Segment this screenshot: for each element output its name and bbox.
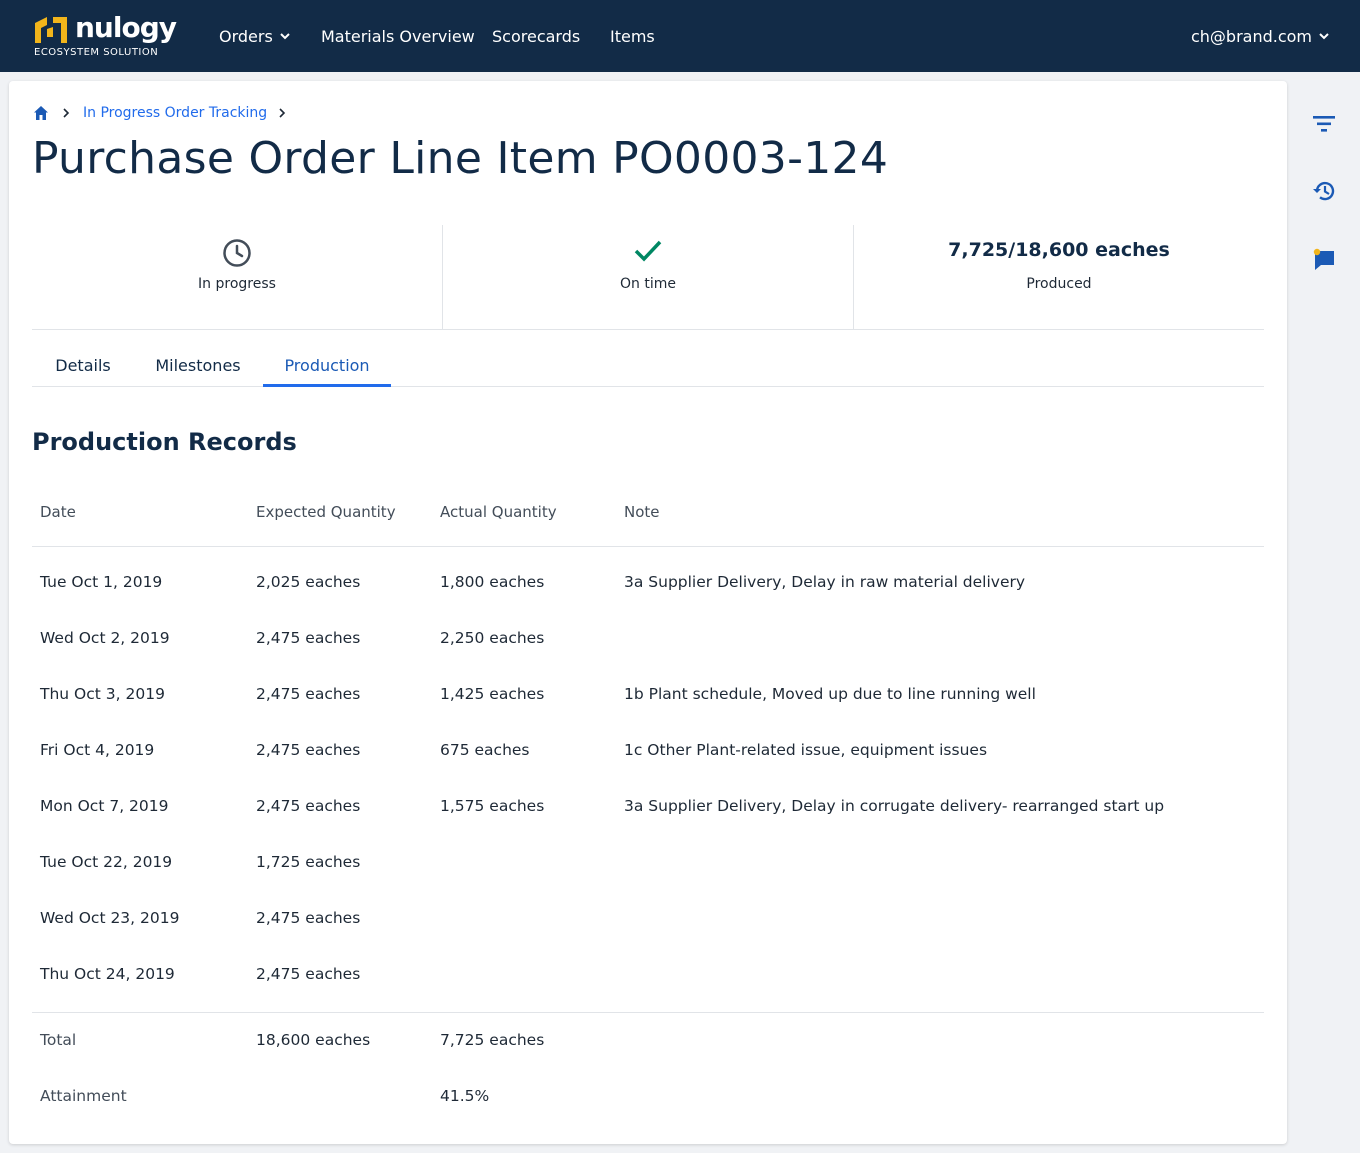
cell-expected: 1,725 eaches [256, 853, 361, 871]
total-expected: 18,600 eaches [256, 1031, 371, 1049]
cell-date: Fri Oct 4, 2019 [40, 741, 155, 759]
chevron-down-icon [280, 33, 290, 40]
section-title: Production Records [32, 428, 297, 456]
produced-value: 7,725/18,600 eaches [948, 239, 1170, 261]
cell-expected: 2,475 eaches [256, 797, 361, 815]
filter-icon[interactable] [1310, 110, 1338, 138]
nav-orders[interactable]: Orders [219, 0, 291, 72]
cell-expected: 2,475 eaches [256, 965, 361, 983]
cell-note: 3a Supplier Delivery, Delay in corrugate… [624, 797, 1165, 815]
attainment-label: Attainment [40, 1087, 127, 1105]
user-menu[interactable]: ch@brand.com [1191, 0, 1330, 72]
cell-date: Tue Oct 22, 2019 [40, 853, 173, 871]
cell-actual: 675 eaches [440, 741, 530, 759]
summary-produced: 7,725/18,600 eaches Produced [853, 225, 1264, 329]
nav-items-label: Items [610, 26, 655, 46]
table-row: Tue Oct 1, 2019 2,025 eaches 1,800 eache… [32, 555, 1264, 611]
column-header-note: Note [624, 503, 660, 521]
cell-date: Mon Oct 7, 2019 [40, 797, 169, 815]
table-row: Wed Oct 23, 2019 2,475 eaches [32, 891, 1264, 947]
logo-tagline: ECOSYSTEM SOLUTION [34, 47, 159, 58]
attainment-value: 41.5% [440, 1087, 490, 1105]
cell-actual: 1,800 eaches [440, 573, 545, 591]
tab-bar: Details Milestones Production [32, 346, 1264, 387]
table-footer: Total 18,600 eaches 7,725 eaches Attainm… [32, 1013, 1264, 1125]
check-icon [634, 240, 662, 262]
cell-actual: 1,425 eaches [440, 685, 545, 703]
order-summary: In progress On time 7,725/18,600 eaches … [32, 225, 1264, 330]
table-row: Fri Oct 4, 2019 2,475 eaches 675 eaches … [32, 723, 1264, 779]
tab-production[interactable]: Production [263, 346, 391, 387]
breadcrumb-link-in-progress-order-tracking[interactable]: In Progress Order Tracking [83, 105, 267, 121]
cell-expected: 2,475 eaches [256, 909, 361, 927]
column-header-date: Date [40, 503, 76, 521]
total-row: Total 18,600 eaches 7,725 eaches [32, 1013, 1264, 1069]
cell-expected: 2,475 eaches [256, 685, 361, 703]
cell-actual: 2,250 eaches [440, 629, 545, 647]
cell-date: Thu Oct 24, 2019 [40, 965, 175, 983]
user-email: ch@brand.com [1190, 26, 1312, 46]
table-row: Mon Oct 7, 2019 2,475 eaches 1,575 eache… [32, 779, 1264, 835]
cell-note: 1c Other Plant-related issue, equipment … [624, 741, 988, 759]
cell-expected: 2,475 eaches [256, 741, 361, 759]
nav-scorecards-label: Scorecards [492, 26, 581, 46]
history-icon[interactable] [1310, 177, 1338, 205]
table-row: Wed Oct 2, 2019 2,475 eaches 2,250 eache… [32, 611, 1264, 667]
table-body: Tue Oct 1, 2019 2,025 eaches 1,800 eache… [32, 547, 1264, 1013]
attainment-row: Attainment 41.5% [32, 1069, 1264, 1125]
comment-icon[interactable] [1310, 245, 1338, 273]
table-row: Thu Oct 24, 2019 2,475 eaches [32, 947, 1264, 1003]
production-records-table: Date Expected Quantity Actual Quantity N… [32, 486, 1264, 1125]
nav-materials-overview[interactable]: Materials Overview [321, 0, 475, 72]
breadcrumb: In Progress Order Tracking [33, 105, 299, 121]
table-header: Date Expected Quantity Actual Quantity N… [32, 486, 1264, 547]
clock-icon [223, 239, 251, 267]
table-row: Thu Oct 3, 2019 2,475 eaches 1,425 eache… [32, 667, 1264, 723]
summary-status: In progress [32, 225, 442, 329]
total-label: Total [40, 1031, 77, 1049]
cell-expected: 2,025 eaches [256, 573, 361, 591]
page-title: Purchase Order Line Item PO0003-124 [32, 133, 889, 184]
cell-date: Wed Oct 23, 2019 [40, 909, 180, 927]
cell-date: Tue Oct 1, 2019 [40, 573, 163, 591]
cell-note: 3a Supplier Delivery, Delay in raw mater… [624, 573, 1026, 591]
nav-scorecards[interactable]: Scorecards [492, 0, 580, 72]
chevron-right-icon [279, 108, 286, 118]
status-label: In progress [198, 276, 276, 292]
cell-date: Wed Oct 2, 2019 [40, 629, 170, 647]
table-row: Tue Oct 22, 2019 1,725 eaches [32, 835, 1264, 891]
timing-label: On time [620, 276, 676, 292]
cell-note: 1b Plant schedule, Moved up due to line … [624, 685, 1036, 703]
produced-label: Produced [1026, 276, 1092, 292]
nav-items[interactable]: Items [610, 0, 655, 72]
home-icon[interactable] [33, 105, 49, 121]
column-header-actual-quantity: Actual Quantity [440, 503, 557, 521]
top-navigation-bar: nulogy ECOSYSTEM SOLUTION Orders Materia… [0, 0, 1360, 72]
nav-materials-overview-label: Materials Overview [321, 26, 475, 46]
nav-orders-label: Orders [219, 26, 273, 46]
cell-date: Thu Oct 3, 2019 [40, 685, 165, 703]
tab-milestones[interactable]: Milestones [146, 346, 250, 387]
main-card: In Progress Order Tracking Purchase Orde… [9, 81, 1287, 1144]
nulogy-logo-mark-icon [35, 17, 67, 43]
cell-expected: 2,475 eaches [256, 629, 361, 647]
chevron-down-icon [1319, 33, 1329, 40]
tab-details[interactable]: Details [32, 346, 134, 387]
nulogy-logo[interactable]: nulogy ECOSYSTEM SOLUTION [33, 11, 177, 61]
chevron-right-icon [63, 108, 70, 118]
column-header-expected-quantity: Expected Quantity [256, 503, 396, 521]
logo-wordmark: nulogy [75, 11, 177, 44]
summary-timing: On time [442, 225, 853, 329]
total-actual: 7,725 eaches [440, 1031, 545, 1049]
cell-actual: 1,575 eaches [440, 797, 545, 815]
